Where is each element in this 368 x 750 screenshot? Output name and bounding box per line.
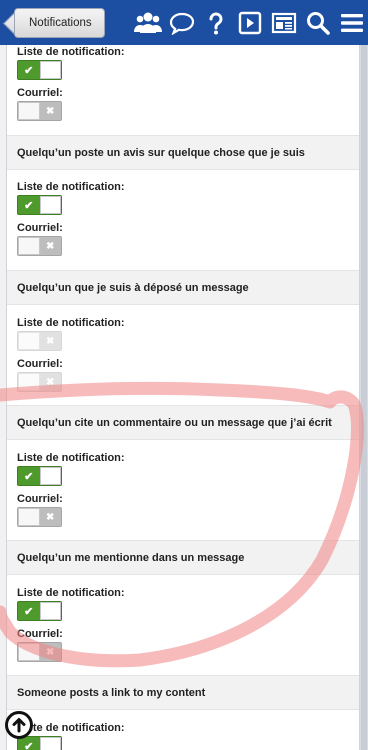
list-toggle[interactable]: ✔ xyxy=(17,466,62,486)
video-icon[interactable] xyxy=(236,9,264,37)
email-toggle[interactable]: ✖ xyxy=(17,642,62,662)
news-icon[interactable] xyxy=(270,9,298,37)
check-icon: ✔ xyxy=(24,199,34,212)
list-label: Liste de notification: xyxy=(17,587,125,599)
scroll-to-top-button[interactable] xyxy=(5,711,33,739)
email-label: Courriel: xyxy=(17,222,63,234)
check-icon: ✔ xyxy=(24,470,34,483)
email-toggle[interactable]: ✖ xyxy=(17,507,62,527)
cross-icon: ✖ xyxy=(46,335,55,347)
cross-icon: ✖ xyxy=(46,511,55,523)
cross-icon: ✖ xyxy=(46,376,55,388)
members-icon[interactable] xyxy=(134,9,162,37)
list-label: Liste de notification: xyxy=(17,181,125,193)
check-icon: ✔ xyxy=(24,64,34,77)
email-label: Courriel: xyxy=(17,87,63,99)
list-toggle[interactable]: ✖ xyxy=(17,331,62,351)
section-title: Quelqu’un poste un avis sur quelque chos… xyxy=(7,135,359,170)
list-label: Liste de notification: xyxy=(17,46,125,58)
email-toggle[interactable]: ✖ xyxy=(17,236,62,256)
email-toggle[interactable]: ✖ xyxy=(17,372,62,392)
email-label: Courriel: xyxy=(17,628,63,640)
cross-icon: ✖ xyxy=(46,646,55,658)
list-label: Liste de notification: xyxy=(17,722,125,734)
email-toggle[interactable]: ✖ xyxy=(17,101,62,121)
section-title: Quelqu’un cite un commentaire ou un mess… xyxy=(7,405,359,440)
help-icon[interactable] xyxy=(202,9,230,37)
search-icon[interactable] xyxy=(304,9,332,37)
menu-icon[interactable] xyxy=(338,9,366,37)
back-button-label: Notifications xyxy=(29,16,92,29)
section-title: Someone posts a link to my content xyxy=(7,675,359,710)
cross-icon: ✖ xyxy=(46,105,55,117)
back-button[interactable]: Notifications xyxy=(14,7,105,38)
scrollbar[interactable] xyxy=(360,45,368,750)
top-navigation-bar: Notifications xyxy=(0,0,368,45)
email-label: Courriel: xyxy=(17,358,63,370)
check-icon: ✔ xyxy=(24,740,34,750)
list-toggle[interactable]: ✔ xyxy=(17,601,62,621)
list-toggle[interactable]: ✔ xyxy=(17,60,62,80)
list-label: Liste de notification: xyxy=(17,452,125,464)
nav-icons xyxy=(134,0,366,45)
section-title: Quelqu’un me mentionne dans un message xyxy=(7,540,359,575)
email-label: Courriel: xyxy=(17,493,63,505)
cross-icon: ✖ xyxy=(46,240,55,252)
list-toggle[interactable]: ✔ xyxy=(17,195,62,215)
section-title: Quelqu’un que je suis à déposé un messag… xyxy=(7,270,359,305)
notification-settings-panel: Liste de notification: ✔ Courriel: ✖ Que… xyxy=(6,45,360,750)
list-label: Liste de notification: xyxy=(17,317,125,329)
check-icon: ✔ xyxy=(24,605,34,618)
arrow-up-circle-icon xyxy=(12,718,26,733)
chat-icon[interactable] xyxy=(168,9,196,37)
